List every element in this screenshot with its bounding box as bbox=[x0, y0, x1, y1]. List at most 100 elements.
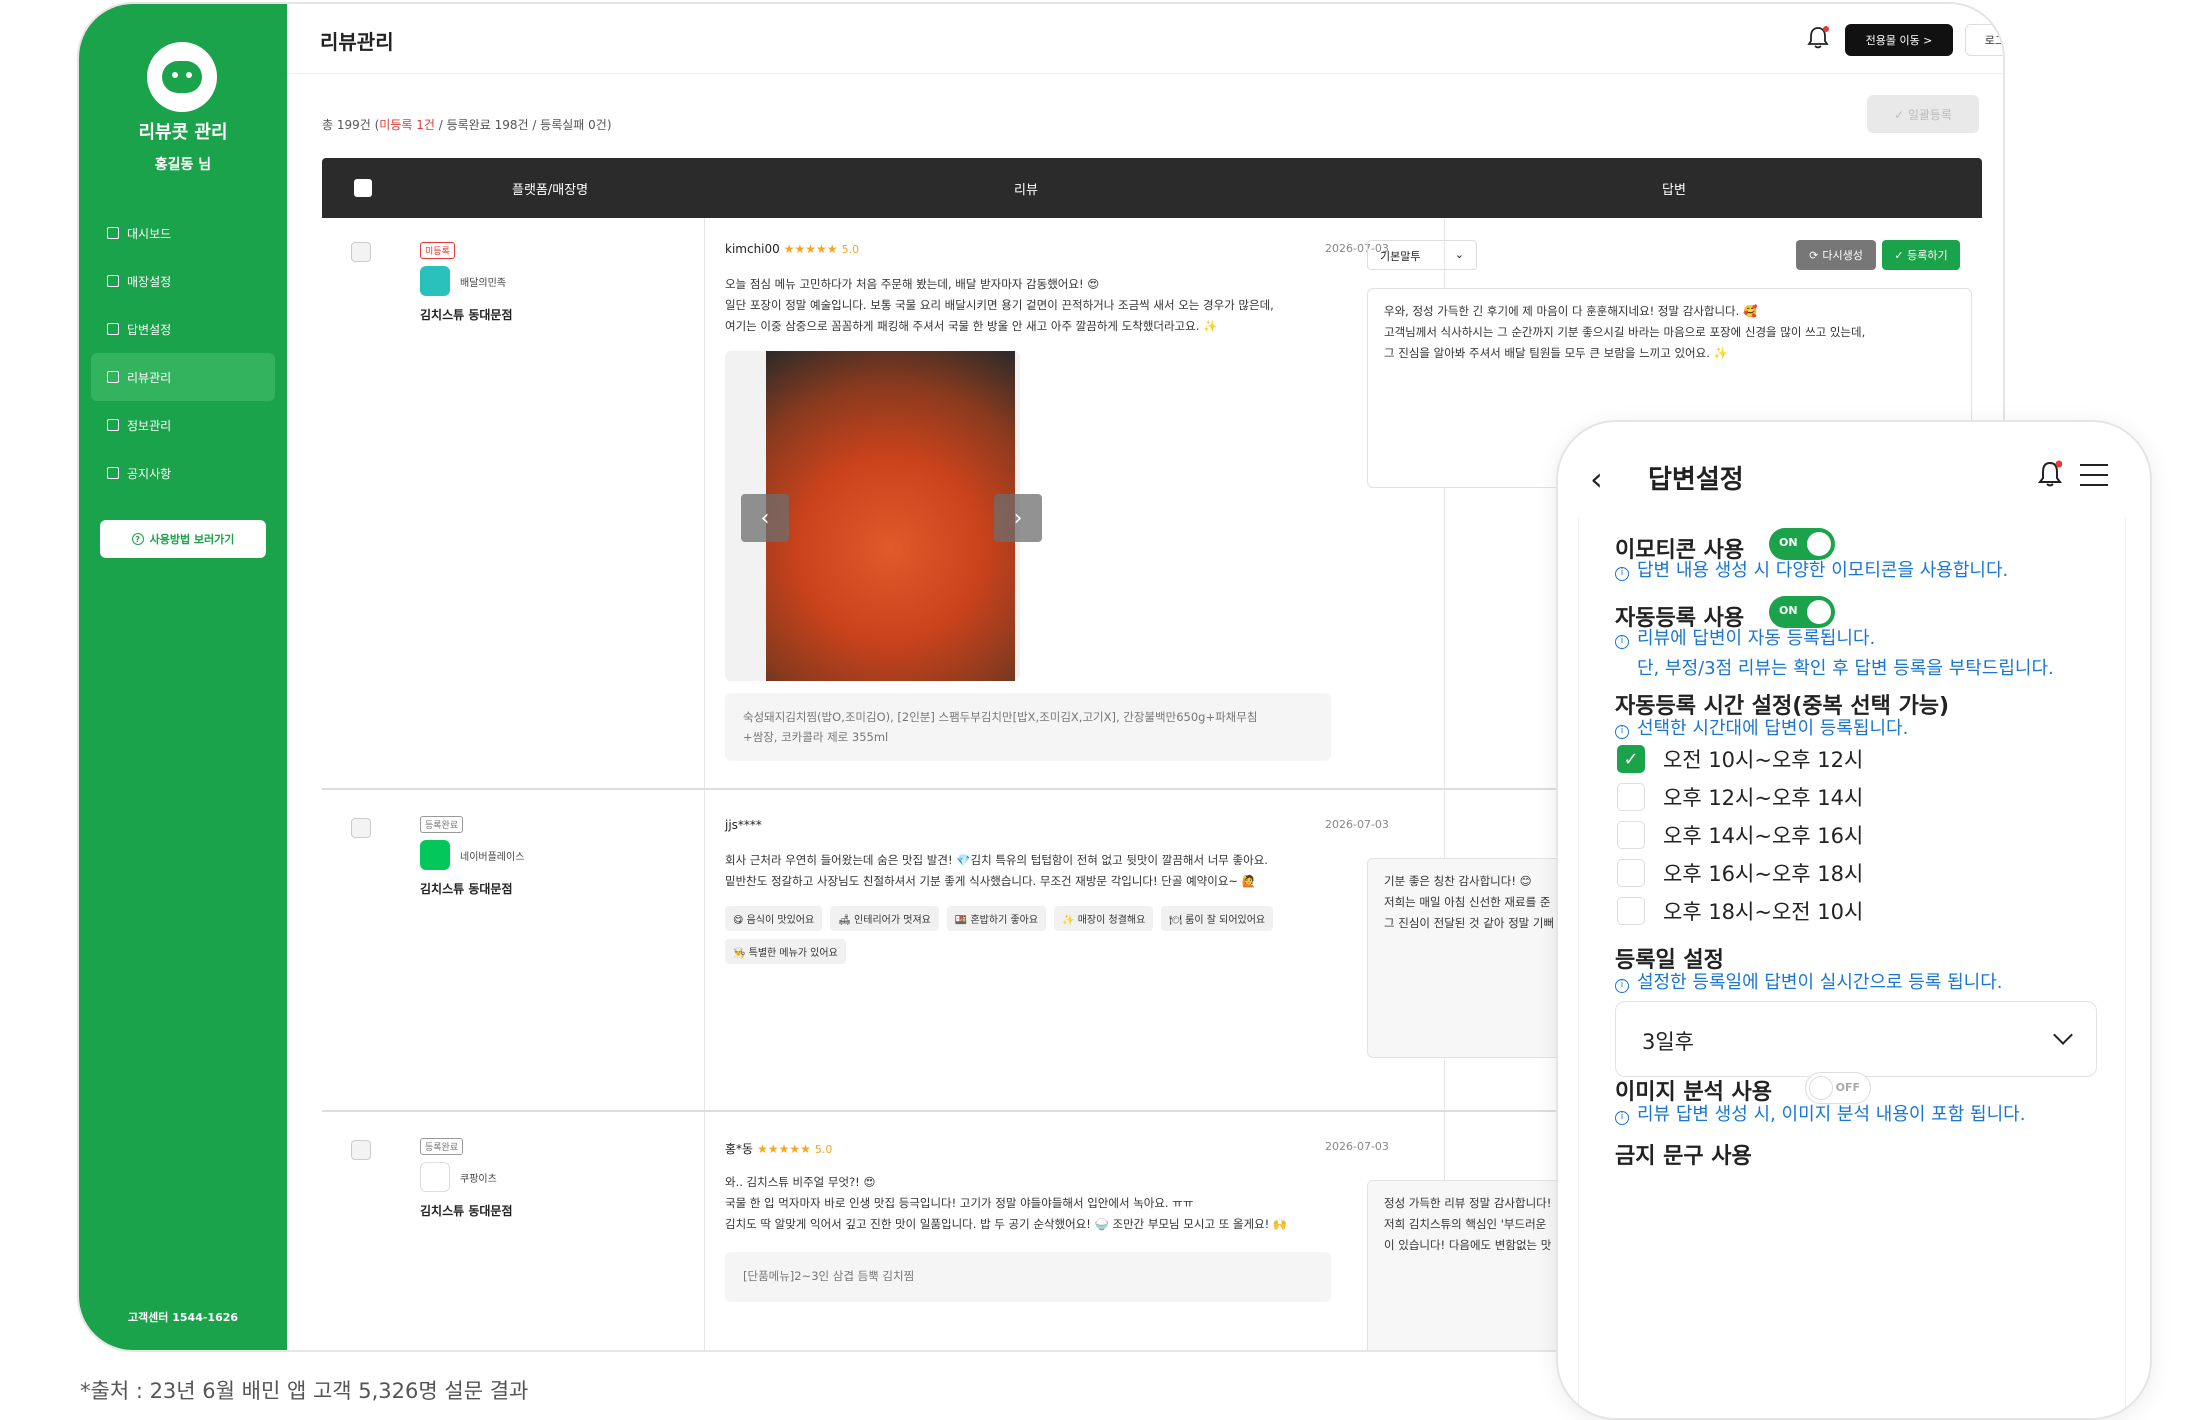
status-badge: 등록완료 bbox=[420, 1138, 464, 1155]
sidebar-item-store-settings[interactable]: 매장설정 bbox=[91, 257, 275, 305]
user-icon bbox=[107, 419, 119, 431]
sidebar-item-label: 답변설정 bbox=[127, 322, 172, 337]
ordered-menu: [단품메뉴]2~3인 삼겹 듬뿍 김치찜 bbox=[725, 1252, 1331, 1302]
schedule-option-label: 오후 18시~오전 10시 bbox=[1663, 900, 1864, 924]
review-author: jjs**** bbox=[725, 818, 762, 832]
schedule-option[interactable]: 오후 18시~오전 10시 bbox=[1617, 896, 1863, 926]
schedule-option[interactable]: ✓ 오전 10시~오후 12시 bbox=[1617, 744, 1863, 774]
select-all-checkbox[interactable] bbox=[354, 179, 372, 197]
schedule-option-label: 오후 16시~오후 18시 bbox=[1663, 862, 1864, 886]
regenerate-button[interactable]: ⟳ 다시생성 bbox=[1796, 240, 1876, 270]
schedule-option[interactable]: 오후 16시~오후 18시 bbox=[1617, 858, 1863, 888]
schedule-option[interactable]: 오후 12시~오후 14시 bbox=[1617, 782, 1863, 812]
review-photo-carousel: ‹ › bbox=[725, 351, 1042, 681]
logo-mascot-icon bbox=[162, 61, 202, 93]
hamburger-menu-icon[interactable] bbox=[2080, 464, 2108, 494]
logout-button[interactable]: 로그아웃 bbox=[1965, 24, 2003, 56]
review-tags: 😋 음식이 맛있어요 🛋 인테리어가 멋져요 🍱 혼밥하기 좋아요 ✨ 매장이 … bbox=[725, 906, 1345, 964]
coupang-eats-icon bbox=[420, 1162, 450, 1192]
ordered-menu: 숙성돼지김치찜(밥O,조미김O), [2인분] 스팸두부김치만[밥X,조미김X,… bbox=[725, 693, 1331, 761]
brand-name: 리뷰콧 관리 bbox=[138, 122, 228, 143]
next-setting-label: 금지 문구 사용 bbox=[1615, 1144, 1752, 1169]
sidebar-item-info-management[interactable]: 정보관리 bbox=[91, 401, 275, 449]
sidebar-item-label: 정보관리 bbox=[127, 418, 172, 433]
schedule-option[interactable]: 오후 14시~오후 16시 bbox=[1617, 820, 1863, 850]
checkbox[interactable] bbox=[1617, 859, 1645, 887]
image-analysis-info: i 리뷰 답변 생성 시, 이미지 분석 내용이 포함 됩니다. bbox=[1615, 1100, 2025, 1130]
customer-center: 고객센터 1544-1626 bbox=[127, 1311, 239, 1324]
rating-score: 5.0 bbox=[814, 1143, 833, 1156]
table-header: 플랫폼/매장명 리뷰 답변 bbox=[322, 158, 1982, 218]
topbar: 리뷰관리 전용몰 이동 > 로그아웃 bbox=[287, 4, 2003, 74]
register-button[interactable]: ✓ 등록하기 bbox=[1882, 240, 1960, 270]
review-tag: 🛋 인테리어가 멋져요 bbox=[830, 906, 939, 931]
row-checkbox[interactable] bbox=[351, 242, 371, 262]
star-rating: ★★★★★ bbox=[783, 242, 838, 256]
dashboard-icon bbox=[107, 227, 119, 239]
author-name: 홍*동 bbox=[725, 1142, 754, 1156]
mobile-page-title: 답변설정 bbox=[1648, 465, 1744, 495]
row-checkbox[interactable] bbox=[351, 818, 371, 838]
settings-body: 이모티콘 사용 ON i 답변 내용 생성 시 다양한 이모티콘을 사용합니다. … bbox=[1578, 518, 2126, 1418]
sidebar-item-label: 대시보드 bbox=[127, 226, 172, 241]
checkbox[interactable] bbox=[1617, 783, 1645, 811]
checkbox[interactable] bbox=[1617, 897, 1645, 925]
carousel-next-button[interactable]: › bbox=[994, 494, 1042, 542]
row-checkbox[interactable] bbox=[351, 1140, 371, 1160]
chevron-down-icon: ⌄ bbox=[1454, 248, 1464, 261]
info-icon: i bbox=[1615, 635, 1629, 649]
author-name: kimchi00 bbox=[725, 242, 780, 256]
info-icon: i bbox=[1615, 1111, 1629, 1125]
bell-icon[interactable] bbox=[1807, 26, 1829, 50]
info-text: 리뷰 답변 생성 시, 이미지 분석 내용이 포함 됩니다. bbox=[1637, 1104, 2026, 1125]
sidebar-item-notice[interactable]: 공지사항 bbox=[91, 449, 275, 497]
tone-select[interactable]: 기본말투 ⌄ bbox=[1367, 240, 1477, 270]
review-tag: 🍽 룸이 잘 되어있어요 bbox=[1161, 906, 1274, 931]
summary-prefix: 총 199건 ( bbox=[322, 118, 380, 132]
emoticon-info: i 답변 내용 생성 시 다양한 이모티콘을 사용합니다. bbox=[1615, 556, 2008, 586]
store-name: 김치스튜 동대문점 bbox=[420, 882, 513, 896]
checkbox-checked[interactable]: ✓ bbox=[1617, 745, 1645, 773]
bell-icon[interactable] bbox=[2038, 460, 2062, 488]
schedule-option-label: 오후 14시~오후 16시 bbox=[1663, 824, 1864, 848]
status-badge: 등록완료 bbox=[420, 816, 464, 833]
review-date: 2026-07-03 bbox=[1325, 818, 1389, 831]
platform-name: 쿠팡이츠 bbox=[460, 1174, 497, 1185]
chevron-down-icon bbox=[2053, 1025, 2073, 1045]
review-photo bbox=[766, 351, 1015, 681]
page-title: 리뷰관리 bbox=[320, 30, 394, 54]
info-text: 선택한 시간대에 답변이 등록됩니다. bbox=[1637, 718, 1909, 739]
user-name: 홍길동 님 bbox=[154, 157, 212, 173]
info-icon: i bbox=[1615, 725, 1629, 739]
mobile-settings-panel: ‹ 답변설정 이모티콘 사용 ON i 답변 내용 생성 시 다양한 이모티콘을 … bbox=[1556, 420, 2152, 1420]
sidebar-item-reply-settings[interactable]: 답변설정 bbox=[91, 305, 275, 353]
select-value: 3일후 bbox=[1642, 1030, 1695, 1054]
back-arrow-icon[interactable]: ‹ bbox=[1590, 460, 1603, 498]
schedule-info: i 선택한 시간대에 답변이 등록됩니다. bbox=[1615, 714, 1908, 744]
review-icon bbox=[107, 371, 119, 383]
store-name: 김치스튜 동대문점 bbox=[420, 308, 513, 322]
naver-place-icon bbox=[420, 840, 450, 870]
schedule-option-label: 오후 12시~오후 14시 bbox=[1663, 786, 1864, 810]
reg-day-select[interactable]: 3일후 bbox=[1615, 1001, 2097, 1077]
notice-icon bbox=[107, 467, 119, 479]
info-icon: i bbox=[1615, 567, 1629, 581]
platform-name: 배달의민족 bbox=[460, 278, 506, 289]
checkbox[interactable] bbox=[1617, 821, 1645, 849]
sidebar-item-label: 리뷰관리 bbox=[127, 370, 172, 385]
info-text: 리뷰에 답변이 자동 등록됩니다. bbox=[1637, 628, 1876, 649]
help-button[interactable]: ? 사용방법 보러가기 bbox=[100, 520, 266, 558]
platform-name: 네이버플레이스 bbox=[460, 852, 525, 863]
sidebar-item-review-management[interactable]: 리뷰관리 bbox=[91, 353, 275, 401]
carousel-prev-button[interactable]: ‹ bbox=[741, 494, 789, 542]
reg-day-info: i 설정한 등록일에 답변이 실시간으로 등록 됩니다. bbox=[1615, 968, 2003, 998]
chat-icon bbox=[107, 323, 119, 335]
auto-register-info: i 리뷰에 답변이 자동 등록됩니다. 단, 부정/3점 리뷰는 확인 후 답변 등… bbox=[1615, 624, 2054, 684]
bulk-register-button[interactable]: ✓ 일괄등록 bbox=[1867, 95, 1979, 133]
toggle-state: ON bbox=[1779, 536, 1798, 549]
review-tag: 👨‍🍳 특별한 메뉴가 있어요 bbox=[725, 939, 846, 964]
sidebar-item-dashboard[interactable]: 대시보드 bbox=[91, 209, 275, 257]
mall-button[interactable]: 전용몰 이동 > bbox=[1845, 24, 1953, 56]
store-icon bbox=[107, 275, 119, 287]
review-summary: 총 199건 (미등록 1건 / 등록완료 198건 / 등록실패 0건) bbox=[322, 116, 612, 133]
